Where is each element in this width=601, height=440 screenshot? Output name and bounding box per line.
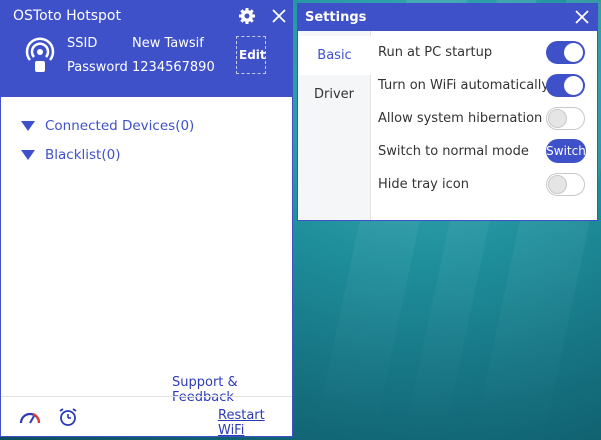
option-normal-mode: Switch to normal mode Switch: [378, 138, 588, 164]
tab-driver[interactable]: Driver: [298, 75, 370, 114]
connected-devices-section[interactable]: Connected Devices(0): [21, 118, 194, 134]
ssid-label: SSID: [67, 36, 98, 51]
close-icon[interactable]: [573, 8, 591, 26]
hotspot-footer: Restart WiFi: [1, 396, 292, 438]
option-run-at-startup: Run at PC startup: [378, 39, 588, 65]
tab-basic[interactable]: Basic: [298, 36, 371, 75]
option-label: Run at PC startup: [378, 44, 493, 60]
expand-triangle-icon: [21, 150, 35, 160]
option-label: Hide tray icon: [378, 176, 469, 192]
toggle-knob: [548, 174, 567, 194]
connected-devices-label: Connected Devices(0): [45, 118, 195, 134]
startup-toggle[interactable]: [546, 40, 585, 64]
option-wifi-auto: Turn on WiFi automatically: [378, 72, 588, 98]
ssid-value: New Tawsif: [132, 36, 204, 51]
option-hibernation: Allow system hibernation: [378, 105, 588, 131]
password-label: Password: [67, 60, 128, 75]
hotspot-window: OSToto Hotspot SSID New Tawsif Password …: [0, 0, 293, 438]
wifi-auto-toggle[interactable]: [546, 73, 585, 97]
blacklist-section[interactable]: Blacklist(0): [21, 147, 120, 163]
option-hide-tray: Hide tray icon: [378, 171, 588, 197]
settings-header: Settings: [298, 4, 597, 31]
settings-window: Settings Basic Driver Run at PC startup …: [297, 3, 598, 221]
option-label: Turn on WiFi automatically: [378, 77, 550, 93]
gear-icon[interactable]: [237, 6, 257, 26]
hotspot-icon: [25, 37, 55, 72]
toggle-knob: [564, 75, 583, 95]
edit-button[interactable]: Edit: [239, 48, 266, 62]
password-value: 1234567890: [132, 60, 215, 75]
restart-wifi-link[interactable]: Restart WiFi: [218, 408, 292, 438]
app-title: OSToto Hotspot: [13, 8, 121, 24]
settings-sidebar: Basic Driver: [298, 31, 371, 220]
hibernation-toggle[interactable]: [546, 106, 585, 130]
hotspot-header: OSToto Hotspot SSID New Tawsif Password …: [1, 0, 292, 97]
option-label: Allow system hibernation: [378, 110, 543, 126]
expand-triangle-icon: [21, 121, 35, 131]
toggle-knob: [548, 108, 567, 128]
alarm-clock-icon[interactable]: [58, 407, 78, 427]
settings-title: Settings: [305, 10, 367, 25]
switch-mode-button[interactable]: Switch: [546, 139, 586, 163]
hide-tray-toggle[interactable]: [546, 172, 585, 196]
toggle-knob: [564, 42, 583, 62]
blacklist-label: Blacklist(0): [45, 147, 121, 163]
option-label: Switch to normal mode: [378, 143, 529, 159]
close-icon[interactable]: [269, 6, 289, 26]
speedometer-icon[interactable]: [19, 409, 41, 425]
